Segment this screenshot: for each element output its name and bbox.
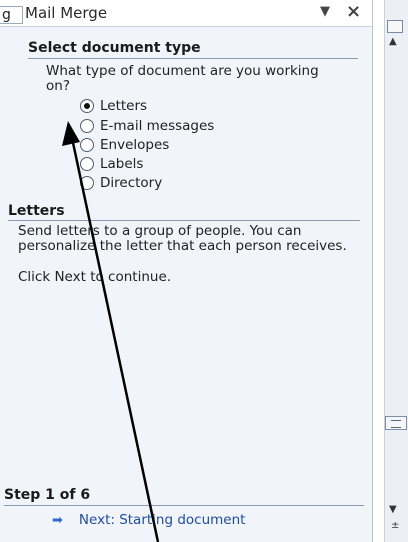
letters-description: Send letters to a group of people. You c…: [18, 223, 347, 254]
radio-button[interactable]: [80, 176, 94, 190]
section-divider: [8, 220, 360, 221]
section-divider: [28, 58, 358, 59]
ruler-toggle-icon[interactable]: [387, 20, 403, 33]
step-indicator: Step 1 of 6: [4, 487, 91, 503]
arrow-right-icon: ➡: [52, 512, 63, 528]
radio-label: Letters: [100, 98, 148, 114]
letters-heading: Letters: [8, 203, 65, 219]
document-type-question: What type of document are you working on…: [46, 63, 319, 94]
continue-instruction: Click Next to continue.: [18, 269, 172, 285]
section-divider: [4, 505, 364, 506]
task-pane-title: Mail Merge: [25, 4, 108, 22]
titlebar-cropped-text: g: [0, 6, 23, 24]
radio-button[interactable]: [80, 138, 94, 152]
radio-label: Directory: [100, 175, 163, 191]
close-icon[interactable]: ×: [346, 1, 361, 22]
browse-object-icon[interactable]: ±: [391, 520, 399, 531]
next-starting-document-link[interactable]: ➡ Next: Starting document: [52, 512, 245, 528]
radio-button[interactable]: [80, 157, 94, 171]
radio-option-letters[interactable]: Letters: [80, 97, 147, 115]
radio-label: Envelopes: [100, 137, 170, 153]
next-link-label: Next: Starting document: [78, 512, 246, 528]
radio-option-email-messages[interactable]: E-mail messages: [80, 117, 214, 135]
radio-option-directory[interactable]: Directory: [80, 174, 162, 192]
radio-option-labels[interactable]: Labels: [80, 155, 143, 173]
radio-label: E-mail messages: [100, 118, 215, 134]
document-scrollbar[interactable]: ▲ ▼ ±: [384, 0, 408, 542]
task-pane-titlebar: g Mail Merge ▼ ×: [0, 0, 372, 27]
scroll-thumb[interactable]: [385, 416, 407, 430]
radio-option-envelopes[interactable]: Envelopes: [80, 136, 169, 154]
scroll-up-icon[interactable]: ▲: [389, 36, 397, 47]
radio-label: Labels: [100, 156, 144, 172]
task-pane-options-dropdown[interactable]: ▼: [320, 4, 330, 19]
radio-button[interactable]: [80, 99, 94, 113]
radio-button[interactable]: [80, 119, 94, 133]
mail-merge-task-pane: g Mail Merge ▼ × Select document type Wh…: [0, 0, 373, 542]
select-document-type-heading: Select document type: [28, 40, 201, 56]
scroll-down-icon[interactable]: ▼: [389, 504, 397, 515]
